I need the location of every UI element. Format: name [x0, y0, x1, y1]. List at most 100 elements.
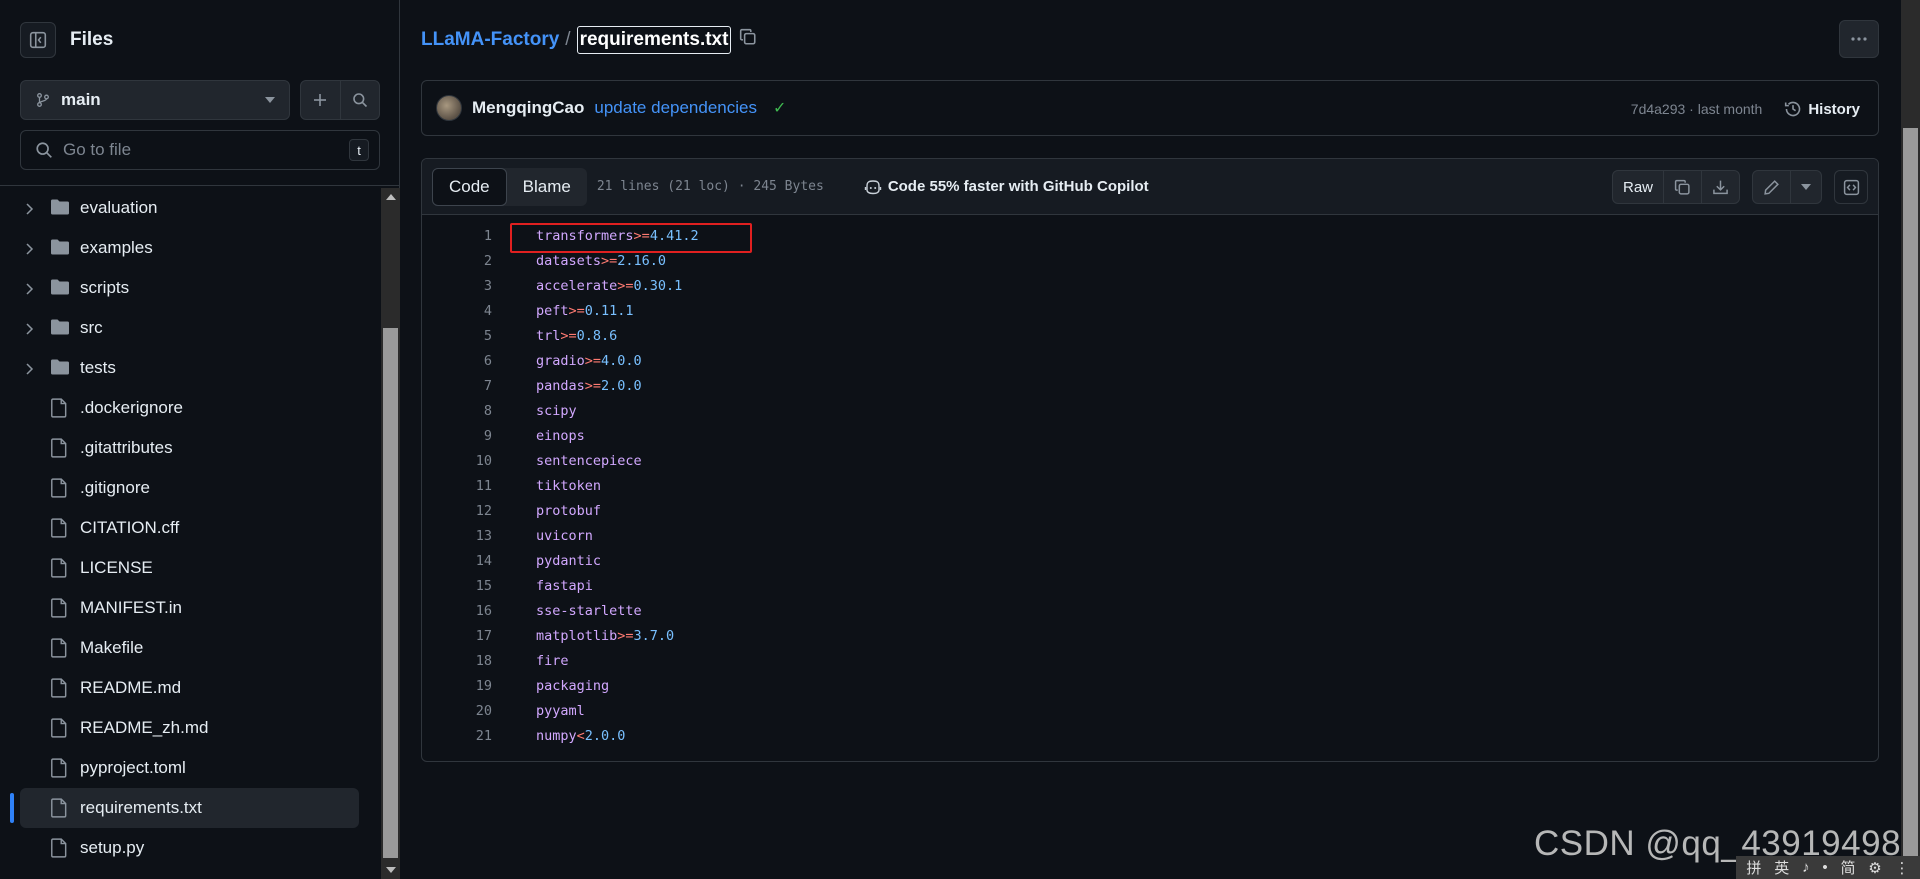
tab-code[interactable]: Code — [432, 167, 507, 206]
tree-file-item[interactable]: LICENSE — [0, 548, 380, 588]
tree-file-item[interactable]: setup.py — [0, 828, 380, 868]
tree-file-item[interactable]: requirements.txt — [20, 788, 359, 828]
code-line[interactable]: 4 peft>=0.11.1 — [422, 298, 1878, 323]
expand-toggle[interactable] — [24, 321, 34, 341]
copy-raw-button[interactable] — [1663, 171, 1701, 203]
tree-file-item[interactable]: Makefile — [0, 628, 380, 668]
tree-file-item[interactable]: README_zh.md — [0, 708, 380, 748]
history-button[interactable]: History — [1784, 100, 1860, 118]
code-line[interactable]: 5 trl>=0.8.6 — [422, 323, 1878, 348]
code-line[interactable]: 18 fire — [422, 648, 1878, 673]
scrollbar-thumb[interactable] — [1903, 128, 1918, 868]
symbols-panel-button[interactable] — [1834, 170, 1868, 204]
line-number[interactable]: 19 — [422, 678, 492, 694]
line-number[interactable]: 18 — [422, 653, 492, 669]
avatar[interactable] — [436, 95, 462, 121]
check-icon[interactable]: ✓ — [773, 98, 786, 118]
line-number[interactable]: 9 — [422, 428, 492, 444]
tree-folder-item[interactable]: src — [0, 308, 380, 348]
line-number[interactable]: 2 — [422, 253, 492, 269]
ime-button[interactable]: ⚙ — [1868, 859, 1881, 877]
code-line[interactable]: 12 protobuf — [422, 498, 1878, 523]
tree-file-item[interactable]: MANIFEST.in — [0, 588, 380, 628]
download-button[interactable] — [1701, 171, 1739, 203]
collapse-sidebar-button[interactable] — [20, 22, 56, 58]
code-line[interactable]: 8 scipy — [422, 398, 1878, 423]
code-line[interactable]: 17 matplotlib>=3.7.0 — [422, 623, 1878, 648]
ime-button[interactable]: 拼 — [1746, 857, 1761, 878]
copy-path-button[interactable] — [739, 28, 757, 52]
edit-options-dropdown[interactable] — [1790, 171, 1821, 203]
tree-file-item[interactable]: CITATION.cff — [0, 508, 380, 548]
commit-message-link[interactable]: update dependencies — [594, 98, 757, 118]
tree-file-item[interactable]: .gitignore — [0, 468, 380, 508]
add-file-button[interactable] — [301, 81, 341, 119]
code-line[interactable]: 21 numpy<2.0.0 — [422, 723, 1878, 748]
expand-toggle[interactable] — [24, 281, 34, 301]
line-number[interactable]: 21 — [422, 728, 492, 744]
ime-button[interactable]: • — [1822, 859, 1827, 876]
tree-file-item[interactable]: README.md — [0, 668, 380, 708]
ime-button[interactable]: ⋮ — [1895, 859, 1910, 877]
code-line[interactable]: 10 sentencepiece — [422, 448, 1878, 473]
code-line[interactable]: 20 pyyaml — [422, 698, 1878, 723]
line-number[interactable]: 5 — [422, 328, 492, 344]
go-to-file-input[interactable] — [63, 140, 349, 160]
commit-sha-time[interactable]: 7d4a293 · last month — [1631, 101, 1763, 117]
tab-blame[interactable]: Blame — [507, 168, 587, 206]
page-scrollbar[interactable] — [1901, 0, 1920, 879]
edit-file-button[interactable] — [1753, 171, 1790, 203]
code-line[interactable]: 7 pandas>=2.0.0 — [422, 373, 1878, 398]
scrollbar-thumb[interactable] — [383, 328, 398, 858]
code-line[interactable]: 3 accelerate>=0.30.1 — [422, 273, 1878, 298]
search-code-button[interactable] — [341, 81, 380, 119]
code-line[interactable]: 6 gradio>=4.0.0 — [422, 348, 1878, 373]
code-line[interactable]: 15 fastapi — [422, 573, 1878, 598]
line-number[interactable]: 4 — [422, 303, 492, 319]
scroll-up-icon[interactable] — [386, 194, 396, 200]
ime-button[interactable]: 英 — [1774, 857, 1789, 878]
tree-file-item[interactable]: .gitattributes — [0, 428, 380, 468]
line-number[interactable]: 20 — [422, 703, 492, 719]
code-content[interactable]: 1 transformers>=4.41.2 2 datasets>=2.16.0 3 a… — [422, 215, 1878, 748]
line-number[interactable]: 12 — [422, 503, 492, 519]
code-line[interactable]: 14 pydantic — [422, 548, 1878, 573]
line-number[interactable]: 11 — [422, 478, 492, 494]
line-number[interactable]: 8 — [422, 403, 492, 419]
code-line[interactable]: 13 uvicorn — [422, 523, 1878, 548]
scroll-down-icon[interactable] — [386, 867, 396, 873]
code-line[interactable]: 9 einops — [422, 423, 1878, 448]
line-number[interactable]: 16 — [422, 603, 492, 619]
breadcrumb-repo-link[interactable]: LLaMA-Factory — [421, 29, 559, 51]
sidebar-scrollbar[interactable] — [381, 188, 400, 879]
tree-folder-item[interactable]: evaluation — [0, 188, 380, 228]
code-line[interactable]: 19 packaging — [422, 673, 1878, 698]
expand-toggle[interactable] — [24, 241, 34, 261]
commit-author[interactable]: MengqingCao — [472, 98, 584, 118]
line-number[interactable]: 3 — [422, 278, 492, 294]
line-number[interactable]: 1 — [422, 228, 492, 244]
line-number[interactable]: 10 — [422, 453, 492, 469]
line-number[interactable]: 13 — [422, 528, 492, 544]
line-number[interactable]: 6 — [422, 353, 492, 369]
tree-folder-item[interactable]: tests — [0, 348, 380, 388]
line-number[interactable]: 7 — [422, 378, 492, 394]
more-options-button[interactable] — [1839, 20, 1879, 58]
ime-button[interactable]: ♪ — [1802, 859, 1810, 876]
tree-file-item[interactable]: pyproject.toml — [0, 748, 380, 788]
tree-folder-item[interactable]: examples — [0, 228, 380, 268]
raw-button[interactable]: Raw — [1613, 171, 1663, 203]
expand-toggle[interactable] — [24, 361, 34, 381]
ime-button[interactable]: 简 — [1840, 857, 1855, 878]
tree-file-item[interactable]: .dockerignore — [0, 388, 380, 428]
line-number[interactable]: 17 — [422, 628, 492, 644]
expand-toggle[interactable] — [24, 201, 34, 221]
line-number[interactable]: 14 — [422, 553, 492, 569]
code-line[interactable]: 16 sse-starlette — [422, 598, 1878, 623]
branch-selector[interactable]: main — [20, 80, 290, 120]
line-number[interactable]: 15 — [422, 578, 492, 594]
go-to-file-field[interactable]: t — [20, 130, 380, 170]
tree-folder-item[interactable]: scripts — [0, 268, 380, 308]
code-line[interactable]: 11 tiktoken — [422, 473, 1878, 498]
copilot-promo-link[interactable]: Code 55% faster with GitHub Copilot — [864, 178, 1149, 195]
